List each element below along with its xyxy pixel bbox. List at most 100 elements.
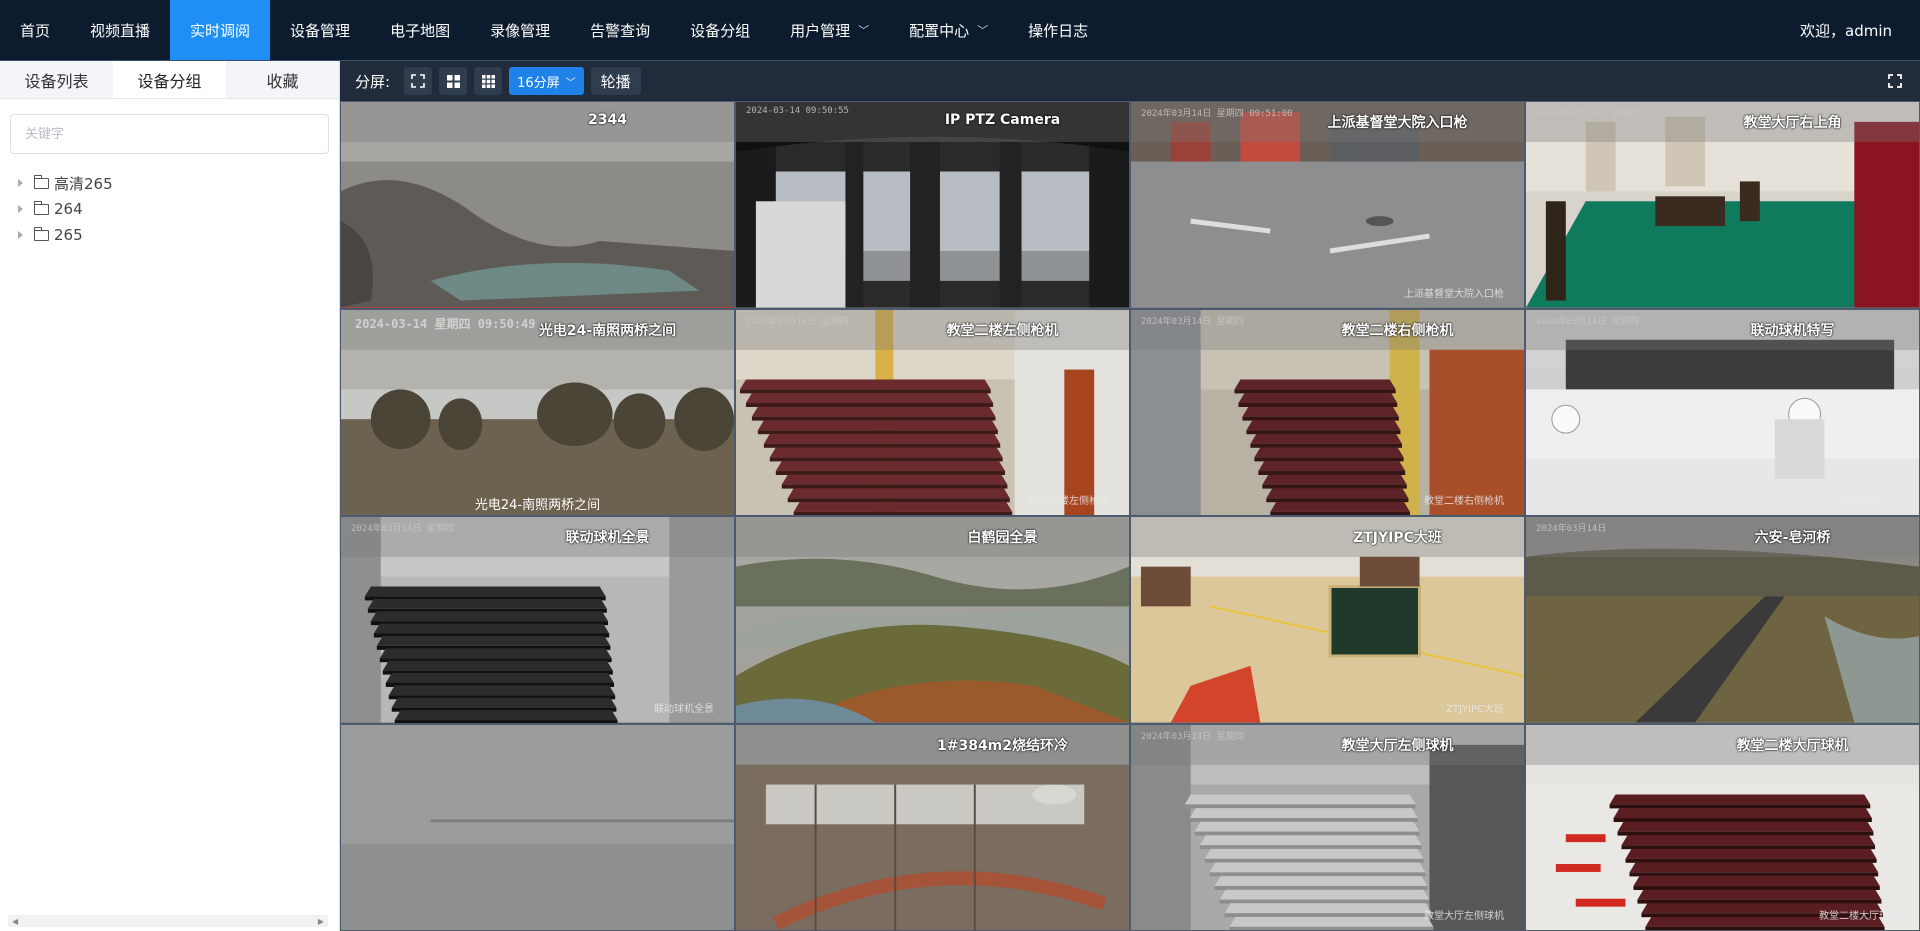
camera-osd-caption: 联动球机全景 <box>654 703 714 715</box>
camera-tile[interactable]: 2024-03-14 09:50:55 IP PTZ Camera <box>736 102 1129 308</box>
camera-title: 教堂大厅左侧球机 <box>1341 737 1454 754</box>
sidebar-scrollbar[interactable]: ◀ ▶ <box>8 915 328 927</box>
camera-title: 教堂二楼左侧枪机 <box>946 322 1059 339</box>
camera-tile[interactable]: 2024年03月14日 星期四 教堂大厅右上角 <box>1526 102 1919 308</box>
camera-tile[interactable]: 2024年03月14日 星期四 教堂大厅左侧球机 教堂大厅左侧球机 <box>1131 724 1524 930</box>
camera-osd-caption: 联动球机特写 <box>1839 496 1899 507</box>
grid-4-icon <box>446 74 460 88</box>
camera-title: 六安-皂河桥 <box>1754 530 1831 546</box>
scroll-right-icon[interactable]: ▶ <box>318 917 324 926</box>
split-toolbar: 分屏: 16分屏 ﹀ 轮播 <box>340 61 1920 101</box>
camera-title: IP PTZ Camera <box>944 112 1061 128</box>
grid-9-icon <box>481 74 495 88</box>
nav-item-1[interactable]: 视频直播 <box>70 0 170 60</box>
nav-item-9[interactable]: 配置中心 ﹀ <box>889 0 1008 60</box>
caret-right-icon[interactable] <box>18 205 23 213</box>
nav-item-label: 首页 <box>20 21 51 40</box>
welcome-user[interactable]: 欢迎，admin <box>1800 0 1920 60</box>
camera-title: 教堂二楼大厅球机 <box>1736 737 1849 754</box>
camera-osd-caption: 教堂二楼右侧枪机 <box>1424 496 1504 507</box>
nav-item-2[interactable]: 实时调阅 <box>170 0 271 60</box>
fullscreen-1-icon <box>411 74 425 88</box>
carousel-button[interactable]: 轮播 <box>590 67 641 95</box>
sidebar-tab-0[interactable]: 设备列表 <box>0 61 113 98</box>
camera-grid: 2344 2024-03-14 09:50:55 IP PTZ Camera 20… <box>340 101 1920 931</box>
camera-tile[interactable]: ZTJYIPC大班 ZTJYIPC大班 <box>1131 517 1524 723</box>
tree-node-label: 高清265 <box>54 174 113 193</box>
camera-tile[interactable]: 2024年03月14日 星期四 教堂二楼左侧枪机 教堂二楼左侧枪机 <box>736 309 1129 515</box>
nav-item-label: 用户管理 <box>790 21 851 40</box>
caret-right-icon[interactable] <box>18 179 23 187</box>
camera-tile[interactable]: 白鹤园全景 <box>736 517 1129 723</box>
camera-tile[interactable]: 2344 <box>341 102 734 308</box>
caret-right-icon[interactable] <box>18 231 23 239</box>
camera-title: 2344 <box>588 112 627 128</box>
tree-node[interactable]: 265 <box>18 222 339 248</box>
device-tree: 高清265 264 265 <box>0 170 339 248</box>
sidebar-tabs: 设备列表 设备分组 收藏 <box>0 61 339 99</box>
camera-osd-caption: 教堂二楼左侧枪机 <box>1029 496 1109 507</box>
nav-item-5[interactable]: 录像管理 <box>470 0 570 60</box>
nav-item-3[interactable]: 设备管理 <box>270 0 370 60</box>
nav-item-8[interactable]: 用户管理 ﹀ <box>770 0 889 60</box>
camera-feed-image <box>341 724 734 930</box>
nav-item-7[interactable]: 设备分组 <box>670 0 770 60</box>
sidebar: 设备列表设备分组收藏 高清265 264 265 ◀ ▶ <box>0 61 340 931</box>
nav-item-10[interactable]: 操作日志 <box>1008 0 1108 60</box>
split-select[interactable]: 16分屏 ﹀ <box>509 67 584 95</box>
camera-tile[interactable]: 2024-03-14 星期四 09:50:49 光电24-南照两桥之间 光电24-南… <box>341 309 734 515</box>
chevron-down-icon: ﹀ <box>977 24 989 37</box>
nav-item-label: 设备管理 <box>290 21 351 40</box>
nav-item-label: 告警查询 <box>590 21 651 40</box>
nav-item-label: 实时调阅 <box>190 21 251 40</box>
camera-title: 白鹤园全景 <box>967 530 1038 546</box>
camera-tile[interactable] <box>341 724 734 930</box>
camera-title: 联动球机特写 <box>1750 322 1835 339</box>
camera-tile[interactable]: 教堂二楼大厅球机 教堂二楼大厅球机 <box>1526 724 1919 930</box>
split-label: 分屏: <box>355 72 391 91</box>
scroll-left-icon[interactable]: ◀ <box>12 917 18 926</box>
chevron-down-icon: ﹀ <box>858 24 870 37</box>
nav-item-6[interactable]: 告警查询 <box>570 0 670 60</box>
nav-item-0[interactable]: 首页 <box>0 0 70 60</box>
tree-node[interactable]: 264 <box>18 196 339 222</box>
camera-tile[interactable]: 1#384m2烧结环冷 <box>736 724 1129 930</box>
folder-icon <box>33 174 49 189</box>
camera-tile[interactable]: 2024年03月14日 星期四 09:51:00 上派基督堂大院入口枪 上派基督堂大… <box>1131 102 1524 308</box>
camera-title: 上派基督堂大院入口枪 <box>1327 115 1468 131</box>
nav-item-label: 设备分组 <box>690 21 751 40</box>
folder-icon <box>33 200 49 215</box>
tree-node[interactable]: 高清265 <box>18 170 339 196</box>
split-9-button[interactable] <box>474 67 503 95</box>
nav-item-label: 电子地图 <box>390 21 451 40</box>
camera-osd-caption: 上派基督堂大院入口枪 <box>1404 288 1504 300</box>
nav-item-label: 操作日志 <box>1028 21 1089 40</box>
search-input[interactable] <box>25 126 314 142</box>
camera-osd-caption: 教堂二楼大厅球机 <box>1819 911 1899 922</box>
camera-title: 联动球机全景 <box>565 530 650 546</box>
camera-title: 1#384m2烧结环冷 <box>936 737 1069 754</box>
camera-tile[interactable]: 2024年03月14日 星期四 联动球机特写 联动球机特写 <box>1526 309 1919 515</box>
fullscreen-icon <box>1888 74 1902 88</box>
sidebar-tab-1[interactable]: 设备分组 <box>113 61 226 98</box>
fullscreen-button[interactable] <box>1884 70 1906 92</box>
camera-tile[interactable]: 2024年03月14日 星期四 联动球机全景 联动球机全景 <box>341 517 734 723</box>
split-4-button[interactable] <box>439 67 468 95</box>
sidebar-tab-2[interactable]: 收藏 <box>226 61 339 98</box>
split-select-value: 16分屏 <box>517 75 560 91</box>
camera-osd-caption: 教堂大厅左侧球机 <box>1424 911 1504 922</box>
nav-item-label: 录像管理 <box>490 21 551 40</box>
split-1-button[interactable] <box>404 67 433 95</box>
search-box[interactable] <box>10 114 329 154</box>
camera-tile[interactable]: 2024年03月14日 星期四 教堂二楼右侧枪机 教堂二楼右侧枪机 <box>1131 309 1524 515</box>
video-wall: 分屏: 16分屏 ﹀ 轮播 2344 2024-03-14 09:50:55 I… <box>340 61 1920 931</box>
camera-tile[interactable]: 2024年03月14日 六安-皂河桥 <box>1526 517 1919 723</box>
chevron-down-icon: ﹀ <box>565 77 576 89</box>
camera-osd-caption: ZTJYIPC大班 <box>1446 703 1504 715</box>
camera-title: 光电24-南照两桥之间 <box>538 322 677 339</box>
nav-item-4[interactable]: 电子地图 <box>370 0 470 60</box>
top-nav: 首页 视频直播 实时调阅 设备管理 电子地图 录像管理 告警查询 设备分组 用户管理 ﹀ 配置中心 ﹀… <box>0 0 1920 60</box>
nav-item-label: 配置中心 <box>909 21 970 40</box>
folder-icon <box>33 226 49 241</box>
